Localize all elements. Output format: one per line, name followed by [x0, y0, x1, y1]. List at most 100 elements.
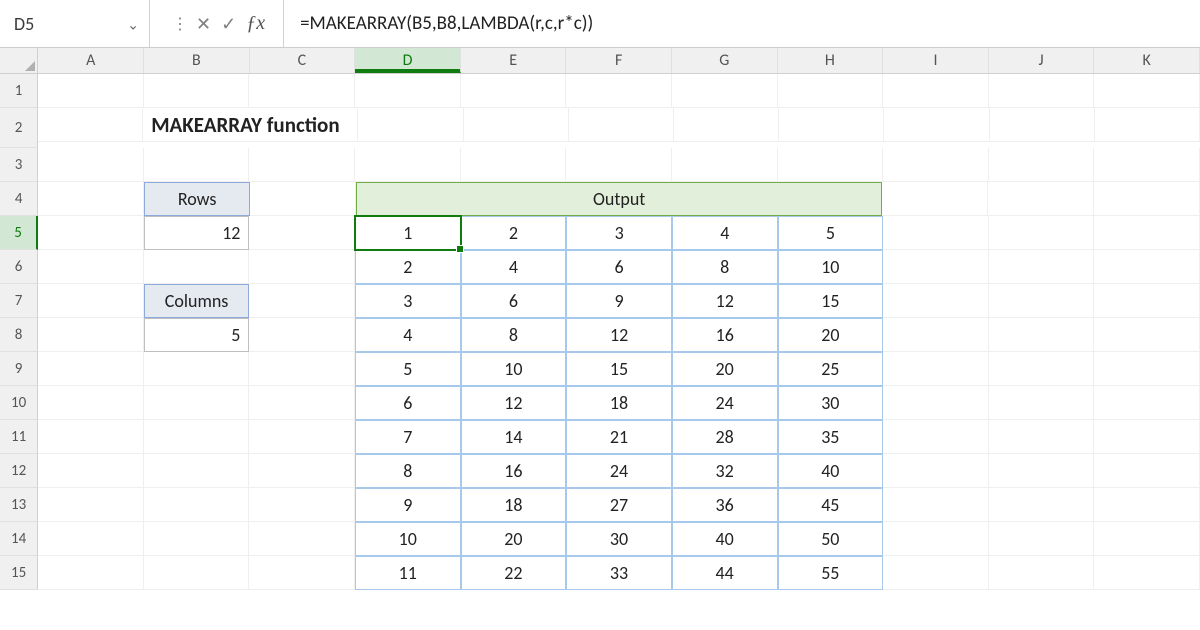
output-cell-F13[interactable]: 27 [566, 488, 672, 522]
row-header-14[interactable]: 14 [0, 522, 38, 556]
output-cell-G5[interactable]: 4 [672, 216, 778, 250]
cell-F1[interactable] [566, 74, 672, 108]
cell-J4[interactable] [988, 182, 1094, 216]
output-cell-E14[interactable]: 20 [461, 522, 567, 556]
output-cell-H14[interactable]: 50 [778, 522, 884, 556]
cell-C4[interactable] [250, 182, 356, 216]
cell-K2[interactable] [1095, 108, 1200, 142]
cell-B13[interactable] [144, 488, 250, 522]
fx-icon[interactable]: ƒx [246, 12, 269, 35]
output-cell-H15[interactable]: 55 [778, 556, 884, 590]
cell-C9[interactable] [249, 352, 355, 386]
row-header-5[interactable]: 5 [0, 216, 38, 250]
cell-K9[interactable] [1094, 352, 1200, 386]
cancel-icon[interactable]: ✕ [196, 13, 211, 35]
row-header-9[interactable]: 9 [0, 352, 38, 386]
cell-J9[interactable] [989, 352, 1095, 386]
cell-K8[interactable] [1094, 318, 1200, 352]
output-cell-G13[interactable]: 36 [672, 488, 778, 522]
cell-J2[interactable] [990, 108, 1095, 142]
cell-K13[interactable] [1094, 488, 1200, 522]
column-header-F[interactable]: F [566, 48, 672, 73]
select-all-corner[interactable] [0, 48, 38, 73]
cell-J15[interactable] [989, 556, 1095, 590]
cell-I8[interactable] [883, 318, 989, 352]
cell-C11[interactable] [249, 420, 355, 454]
cell-A13[interactable] [38, 488, 144, 522]
column-header-H[interactable]: H [778, 48, 884, 73]
output-cell-E10[interactable]: 12 [461, 386, 567, 420]
cell-J11[interactable] [989, 420, 1095, 454]
output-cell-G7[interactable]: 12 [672, 284, 778, 318]
cell-J8[interactable] [989, 318, 1095, 352]
cell-E3[interactable] [461, 148, 567, 182]
cell-K10[interactable] [1094, 386, 1200, 420]
output-cell-H8[interactable]: 20 [778, 318, 884, 352]
cell-C13[interactable] [249, 488, 355, 522]
cell-I11[interactable] [883, 420, 989, 454]
cell-C8[interactable] [249, 318, 355, 352]
row-header-3[interactable]: 3 [0, 148, 38, 182]
cell-A11[interactable] [38, 420, 144, 454]
chevron-down-icon[interactable]: ⌄ [127, 16, 139, 33]
cell-I2[interactable] [884, 108, 989, 142]
cell-B10[interactable] [144, 386, 250, 420]
cell-B3[interactable] [144, 148, 250, 182]
cell-G2[interactable] [674, 108, 779, 142]
row-header-4[interactable]: 4 [0, 182, 38, 216]
cell-D1[interactable] [355, 74, 461, 108]
cell-C5[interactable] [249, 216, 355, 250]
cell-A1[interactable] [38, 74, 144, 108]
cell-A8[interactable] [38, 318, 144, 352]
cell-I13[interactable] [883, 488, 989, 522]
output-cell-G8[interactable]: 16 [672, 318, 778, 352]
column-header-A[interactable]: A [38, 48, 144, 73]
output-cell-D9[interactable]: 5 [355, 352, 461, 386]
output-cell-H11[interactable]: 35 [778, 420, 884, 454]
cell-B12[interactable] [144, 454, 250, 488]
cell-J3[interactable] [989, 148, 1095, 182]
output-cell-H6[interactable]: 10 [778, 250, 884, 284]
cell-J14[interactable] [989, 522, 1095, 556]
cell-G3[interactable] [672, 148, 778, 182]
cell-I6[interactable] [883, 250, 989, 284]
output-cell-E12[interactable]: 16 [461, 454, 567, 488]
cell-B1[interactable] [144, 74, 250, 108]
cell-C10[interactable] [249, 386, 355, 420]
output-cell-F7[interactable]: 9 [566, 284, 672, 318]
output-cell-E7[interactable]: 6 [461, 284, 567, 318]
cell-H2[interactable] [779, 108, 884, 142]
cell-C7[interactable] [249, 284, 355, 318]
cell-K1[interactable] [1094, 74, 1200, 108]
output-cell-D14[interactable]: 10 [355, 522, 461, 556]
cell-B14[interactable] [144, 522, 250, 556]
cell-I1[interactable] [883, 74, 989, 108]
output-cell-H7[interactable]: 15 [778, 284, 884, 318]
cell-J1[interactable] [989, 74, 1095, 108]
cell-J7[interactable] [989, 284, 1095, 318]
column-header-J[interactable]: J [989, 48, 1095, 73]
output-cell-E11[interactable]: 14 [461, 420, 567, 454]
rows-value[interactable]: 12 [144, 216, 250, 250]
cell-C12[interactable] [249, 454, 355, 488]
cell-K6[interactable] [1094, 250, 1200, 284]
output-cell-H13[interactable]: 45 [778, 488, 884, 522]
cell-I4[interactable] [882, 182, 988, 216]
cell-F2[interactable] [569, 108, 674, 142]
output-cell-D12[interactable]: 8 [355, 454, 461, 488]
cell-F3[interactable] [566, 148, 672, 182]
cell-A9[interactable] [38, 352, 144, 386]
output-cell-E8[interactable]: 8 [461, 318, 567, 352]
cell-A7[interactable] [38, 284, 144, 318]
cell-J5[interactable] [989, 216, 1095, 250]
cell-I14[interactable] [883, 522, 989, 556]
cell-E1[interactable] [461, 74, 567, 108]
row-header-1[interactable]: 1 [0, 74, 38, 108]
output-cell-F12[interactable]: 24 [566, 454, 672, 488]
cell-K4[interactable] [1094, 182, 1200, 216]
cell-I5[interactable] [883, 216, 989, 250]
columns-value[interactable]: 5 [144, 318, 250, 352]
output-cell-G15[interactable]: 44 [672, 556, 778, 590]
cell-I15[interactable] [883, 556, 989, 590]
output-cell-D10[interactable]: 6 [355, 386, 461, 420]
